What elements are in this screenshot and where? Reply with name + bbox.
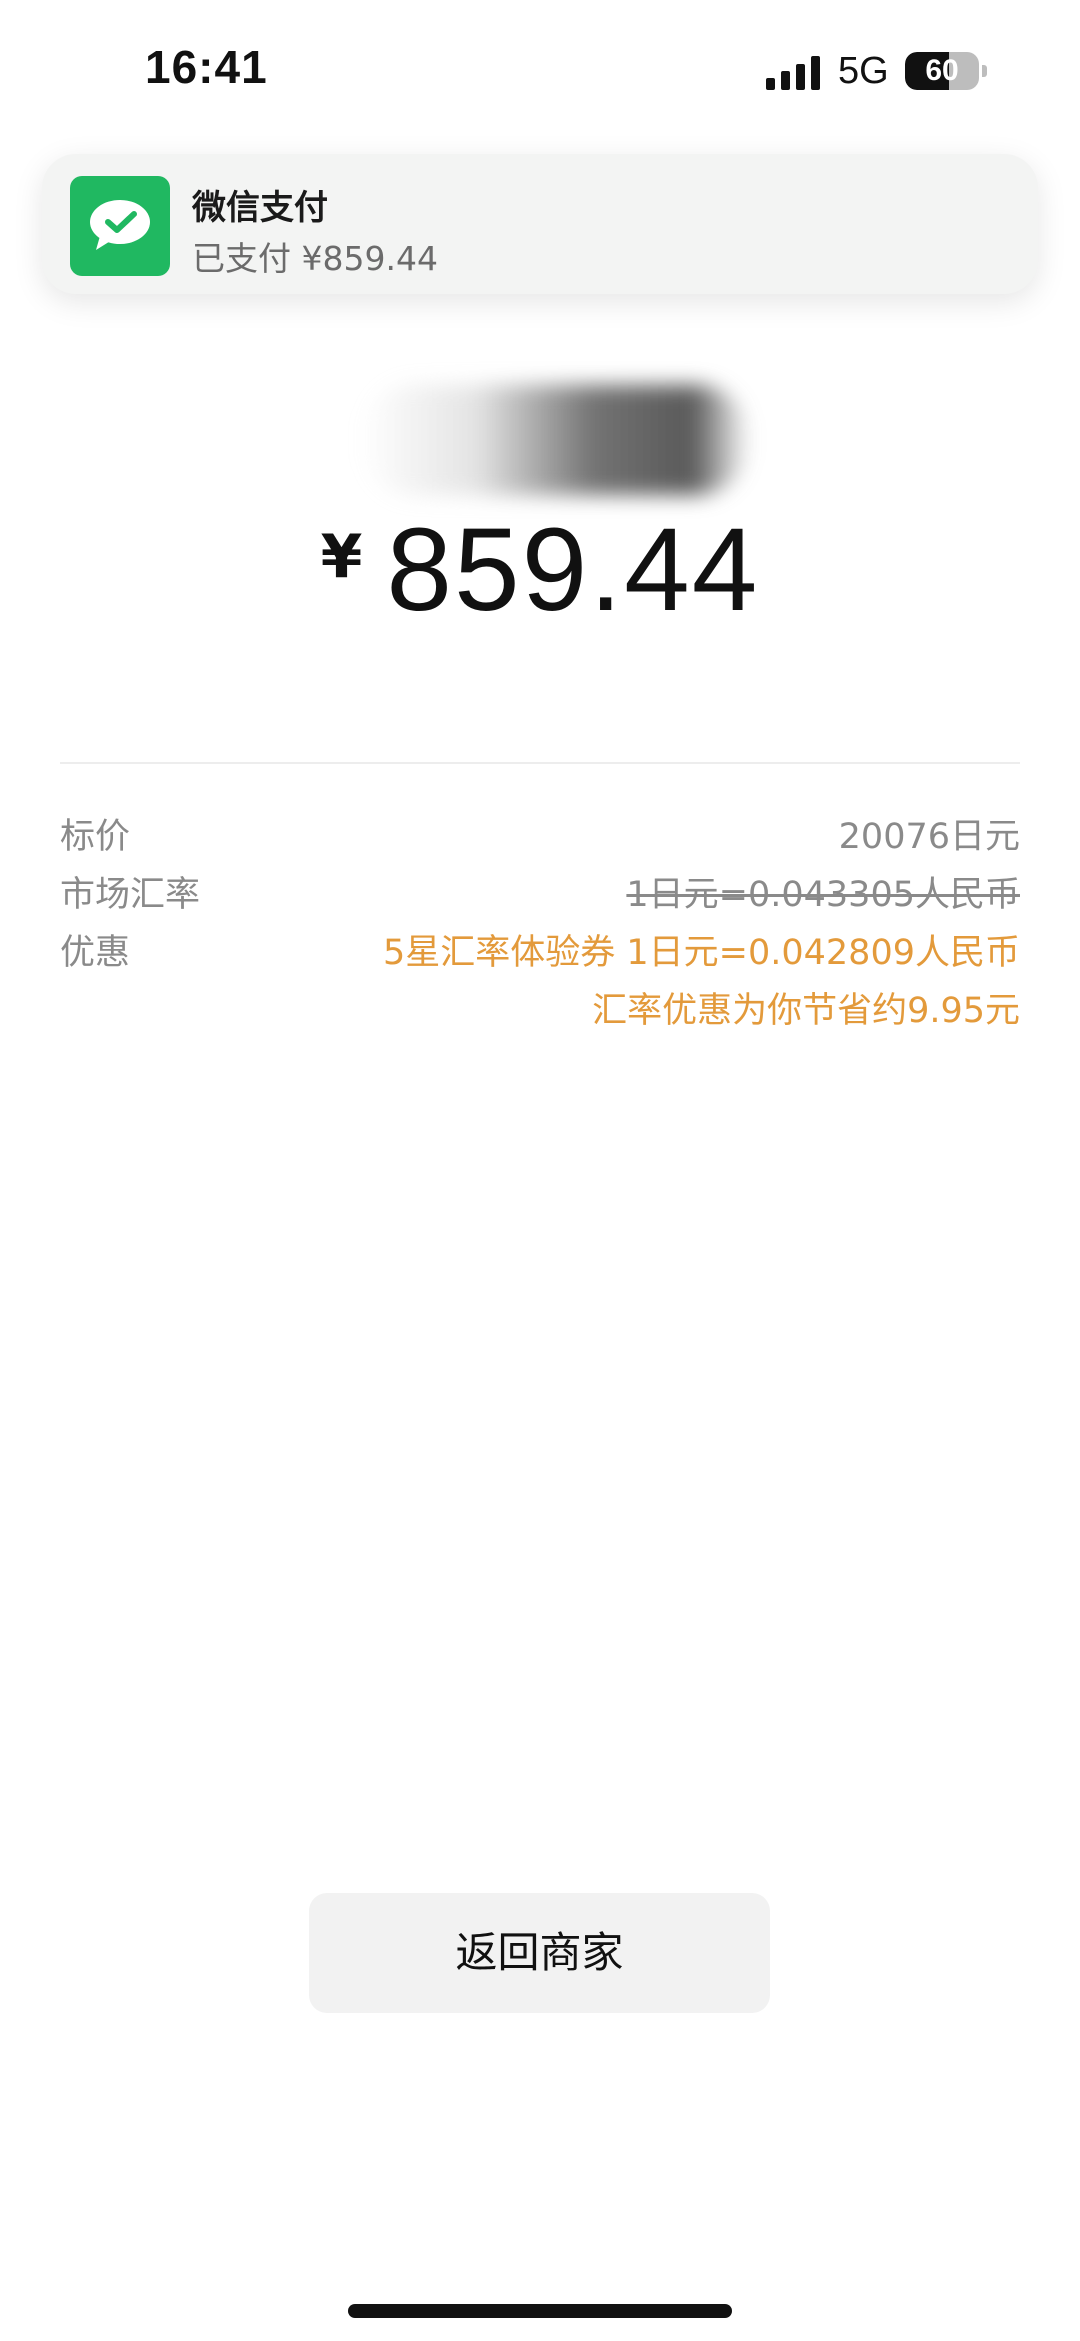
detail-value: 1日元=0.043305人民币 [626,875,1020,915]
detail-label: 优惠 [60,933,131,973]
battery-nub [982,65,987,77]
payment-amount: ¥859.44 [0,500,1080,640]
signal-bars-icon [766,56,820,90]
detail-row-market-rate: 市场汇率 1日元=0.043305人民币 [60,866,1020,924]
battery-level: 60 [925,54,959,87]
return-to-merchant-button[interactable]: 返回商家 [309,1893,770,2013]
status-time: 16:41 [145,41,268,93]
detail-label: 标价 [60,817,131,857]
status-bar: 16:41 5G 60 [0,0,1080,140]
network-type: 5G [838,50,889,92]
battery-icon: 60 [905,52,987,90]
merchant-name-redacted [360,385,750,495]
amount-value: 859.44 [386,504,760,636]
detail-label: 市场汇率 [60,875,201,915]
battery-body: 60 [905,52,979,90]
detail-value: 20076日元 [838,817,1020,857]
detail-row-savings: 汇率优惠为你节省约9.95元 [60,982,1020,1040]
notification-title: 微信支付 [192,188,328,228]
notification-body: 已支付 ¥859.44 [192,239,438,278]
divider [60,762,1020,764]
detail-row-list-price: 标价 20076日元 [60,808,1020,866]
detail-value: 汇率优惠为你节省约9.95元 [592,991,1020,1031]
wechat-pay-icon [70,176,170,276]
detail-value: 5星汇率体验券 1日元=0.042809人民币 [383,933,1020,973]
currency-symbol: ¥ [320,522,363,592]
detail-row-discount: 优惠 5星汇率体验券 1日元=0.042809人民币 [60,924,1020,982]
home-indicator[interactable] [348,2304,732,2318]
payment-notification-banner[interactable]: 微信支付 已支付 ¥859.44 [42,154,1038,294]
